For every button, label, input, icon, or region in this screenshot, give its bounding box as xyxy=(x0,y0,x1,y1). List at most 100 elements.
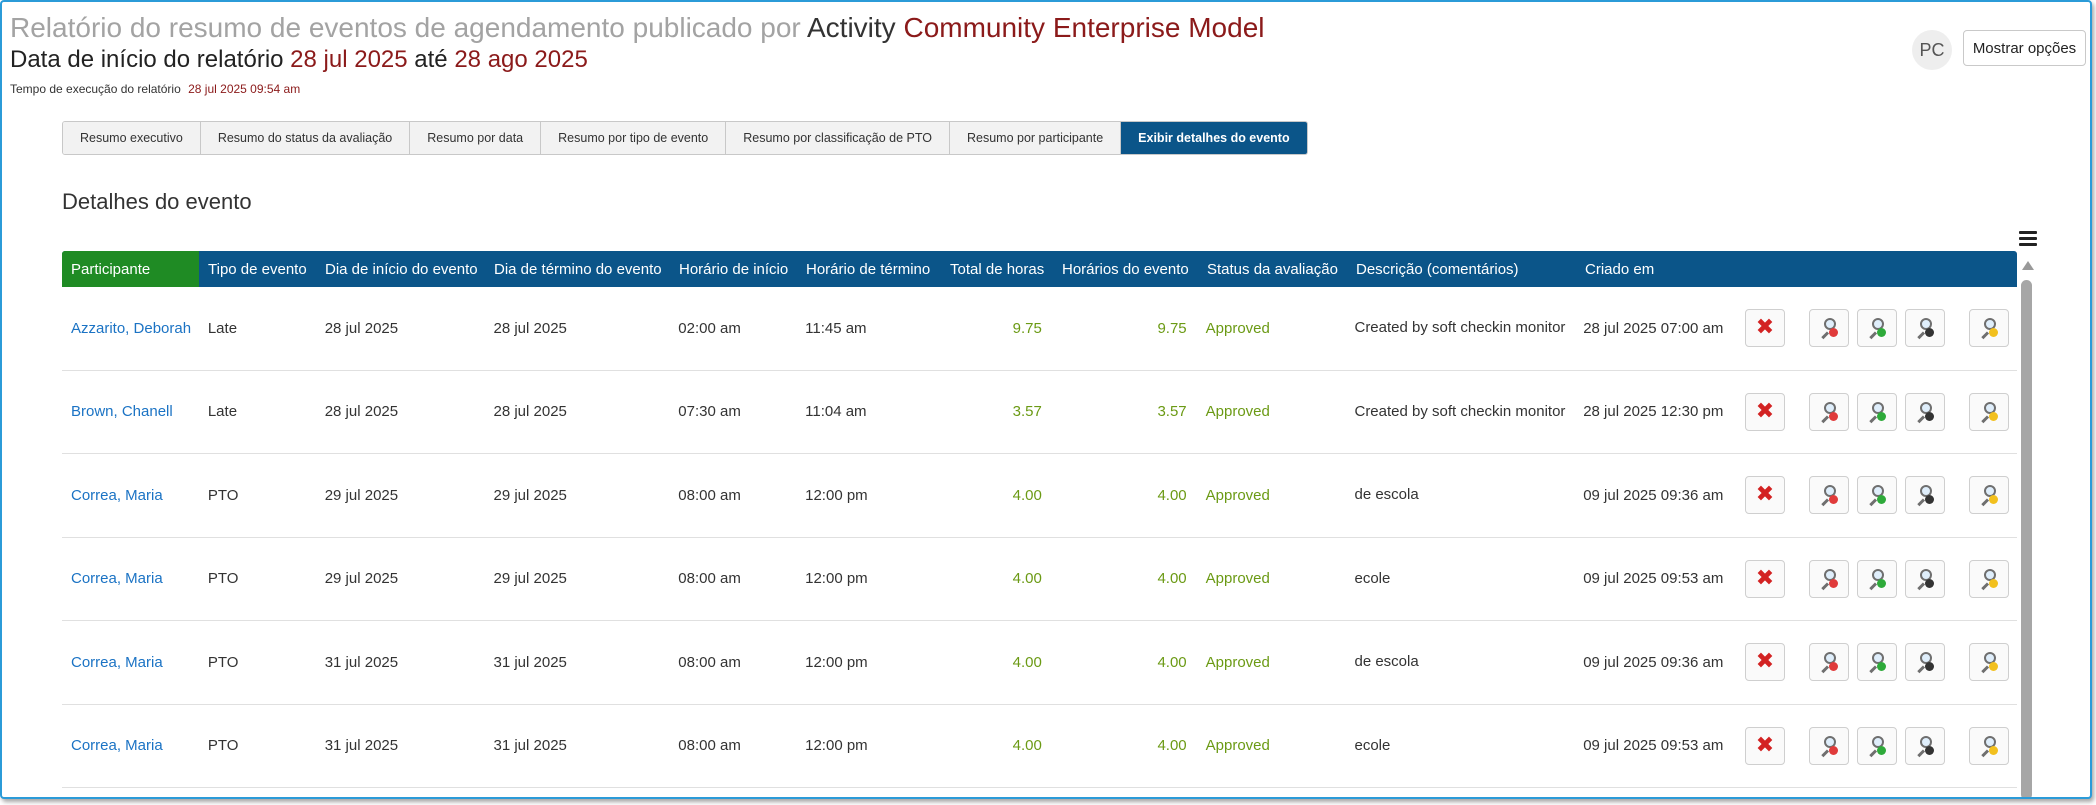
col-event-type[interactable]: Tipo de evento xyxy=(199,251,316,287)
view-dark-icon xyxy=(1914,317,1936,340)
report-date-range: Data de início do relatório 28 jul 2025 … xyxy=(10,46,588,74)
view-red-button[interactable] xyxy=(1809,309,1849,348)
table-row: Azzarito, Deborah Late 28 jul 2025 28 jul 2… xyxy=(62,287,2017,371)
view-red-button[interactable] xyxy=(1809,643,1849,682)
start-time-cell: 02:00 am xyxy=(678,319,741,337)
event-hours-cell: 9.75 xyxy=(1157,319,1187,337)
start-day-cell: 28 jul 2025 xyxy=(324,403,399,421)
participant-cell[interactable]: Correa, Maria xyxy=(62,570,199,587)
view-yellow-button[interactable] xyxy=(1969,559,2009,598)
vertical-scrollbar[interactable] xyxy=(2021,280,2032,797)
date-label: Data de início do relatório xyxy=(10,46,284,73)
delete-button[interactable]: ✖ xyxy=(1745,726,1785,765)
tab-event-details[interactable]: Exibir detalhes do evento xyxy=(1121,122,1307,154)
created-at-cell: 09 jul 2025 09:36 am xyxy=(1583,486,1724,504)
view-green-button[interactable] xyxy=(1857,309,1897,348)
view-red-button[interactable] xyxy=(1809,726,1849,765)
view-green-button[interactable] xyxy=(1857,392,1897,431)
col-created-at[interactable]: Criado em xyxy=(1576,251,1743,287)
event-hours-cell: 3.57 xyxy=(1157,403,1187,421)
view-yellow-button[interactable] xyxy=(1969,392,2009,431)
participant-cell[interactable]: Correa, Maria xyxy=(62,654,199,671)
view-green-button[interactable] xyxy=(1857,476,1897,515)
view-red-icon xyxy=(1818,568,1840,590)
report-tabs: Resumo executivo Resumo do status da ava… xyxy=(62,121,1308,155)
status-cell: Approved xyxy=(1205,319,1270,337)
total-hours-cell: 4.00 xyxy=(1012,653,1042,671)
view-yellow-button[interactable] xyxy=(1969,309,2009,348)
view-dark-button[interactable] xyxy=(1905,392,1945,431)
view-dark-button[interactable] xyxy=(1905,309,1945,348)
total-hours-cell: 4.00 xyxy=(1012,570,1042,588)
view-red-icon xyxy=(1818,651,1840,674)
col-description[interactable]: Descrição (comentários) xyxy=(1347,251,1576,287)
col-event-hours[interactable]: Horários do evento xyxy=(1053,251,1198,287)
col-evaluation-status[interactable]: Status da avaliação xyxy=(1198,251,1347,287)
delete-button[interactable]: ✖ xyxy=(1745,643,1785,682)
start-day-cell: 29 jul 2025 xyxy=(324,570,399,588)
status-cell: Approved xyxy=(1205,570,1270,588)
tab-summary-by-date[interactable]: Resumo por data xyxy=(410,122,542,154)
view-red-button[interactable] xyxy=(1809,476,1849,515)
view-red-button[interactable] xyxy=(1809,392,1849,431)
total-hours-cell: 3.57 xyxy=(1012,403,1042,421)
tab-summary-by-participant[interactable]: Resumo por participante xyxy=(949,122,1122,154)
hamburger-menu-icon[interactable] xyxy=(2019,231,2037,247)
table-body: Azzarito, Deborah Late 28 jul 2025 28 jul 2… xyxy=(62,287,2017,788)
table-row: Correa, Maria PTO 31 jul 2025 31 jul 2025 08… xyxy=(62,705,2017,788)
start-day-cell: 31 jul 2025 xyxy=(324,737,399,755)
end-time-cell: 12:00 pm xyxy=(805,570,868,588)
participant-cell[interactable]: Brown, Chanell xyxy=(62,403,199,420)
end-time-cell: 12:00 pm xyxy=(805,737,868,755)
tab-evaluation-status-summary[interactable]: Resumo do status da avaliação xyxy=(200,122,411,154)
view-yellow-button[interactable] xyxy=(1969,643,2009,682)
end-day-cell: 28 jul 2025 xyxy=(493,319,567,337)
start-time-cell: 07:30 am xyxy=(678,403,741,421)
view-red-button[interactable] xyxy=(1809,559,1849,598)
title-activity: Activity xyxy=(807,12,896,43)
col-end-time[interactable]: Horário de término xyxy=(797,251,941,287)
participant-cell[interactable]: Correa, Maria xyxy=(62,487,199,504)
view-dark-button[interactable] xyxy=(1905,476,1945,515)
col-total-hours[interactable]: Total de horas xyxy=(941,251,1053,287)
col-start-day[interactable]: Dia de início do evento xyxy=(316,251,485,287)
col-participant[interactable]: Participante xyxy=(62,251,199,287)
scroll-up-arrow-icon[interactable] xyxy=(2022,261,2034,270)
description-cell: Created by soft checkin monitor xyxy=(1354,319,1566,337)
view-green-button[interactable] xyxy=(1857,643,1897,682)
view-yellow-icon xyxy=(1978,651,2000,674)
delete-x-icon: ✖ xyxy=(1755,315,1775,341)
col-end-day[interactable]: Dia de término do evento xyxy=(485,251,670,287)
event-type-cell: Late xyxy=(207,319,238,337)
exec-time: 28 jul 2025 09:54 am xyxy=(188,82,301,96)
view-green-button[interactable] xyxy=(1857,726,1897,765)
view-dark-icon xyxy=(1914,401,1936,423)
report-title: Relatório do resumo de eventos de agenda… xyxy=(10,12,1265,44)
participant-cell[interactable]: Correa, Maria xyxy=(62,737,199,754)
title-model: Community Enterprise Model xyxy=(903,12,1265,43)
total-hours-cell: 4.00 xyxy=(1012,737,1042,755)
delete-button[interactable]: ✖ xyxy=(1745,476,1785,515)
view-dark-button[interactable] xyxy=(1905,643,1945,682)
tab-summary-by-pto-classification[interactable]: Resumo por classificação de PTO xyxy=(726,122,950,154)
show-options-button[interactable]: Mostrar opções xyxy=(1963,30,2086,66)
tab-summary-by-event-type[interactable]: Resumo por tipo de evento xyxy=(541,122,727,154)
delete-x-icon: ✖ xyxy=(1755,732,1775,758)
row-actions: ✖ xyxy=(1745,726,2017,765)
avatar[interactable]: PC xyxy=(1912,30,1952,70)
view-red-icon xyxy=(1818,317,1840,340)
view-yellow-button[interactable] xyxy=(1969,726,2009,765)
tab-executive-summary[interactable]: Resumo executivo xyxy=(63,122,201,154)
participant-cell[interactable]: Azzarito, Deborah xyxy=(62,320,199,337)
status-cell: Approved xyxy=(1205,737,1270,755)
description-cell: ecole xyxy=(1354,569,1391,587)
col-start-time[interactable]: Horário de início xyxy=(670,251,797,287)
view-dark-button[interactable] xyxy=(1905,726,1945,765)
delete-button[interactable]: ✖ xyxy=(1745,559,1785,598)
view-yellow-button[interactable] xyxy=(1969,476,2009,515)
view-dark-button[interactable] xyxy=(1905,559,1945,598)
view-green-button[interactable] xyxy=(1857,559,1897,598)
start-date: 28 jul 2025 xyxy=(290,46,408,73)
delete-button[interactable]: ✖ xyxy=(1745,392,1785,431)
delete-button[interactable]: ✖ xyxy=(1745,309,1785,348)
